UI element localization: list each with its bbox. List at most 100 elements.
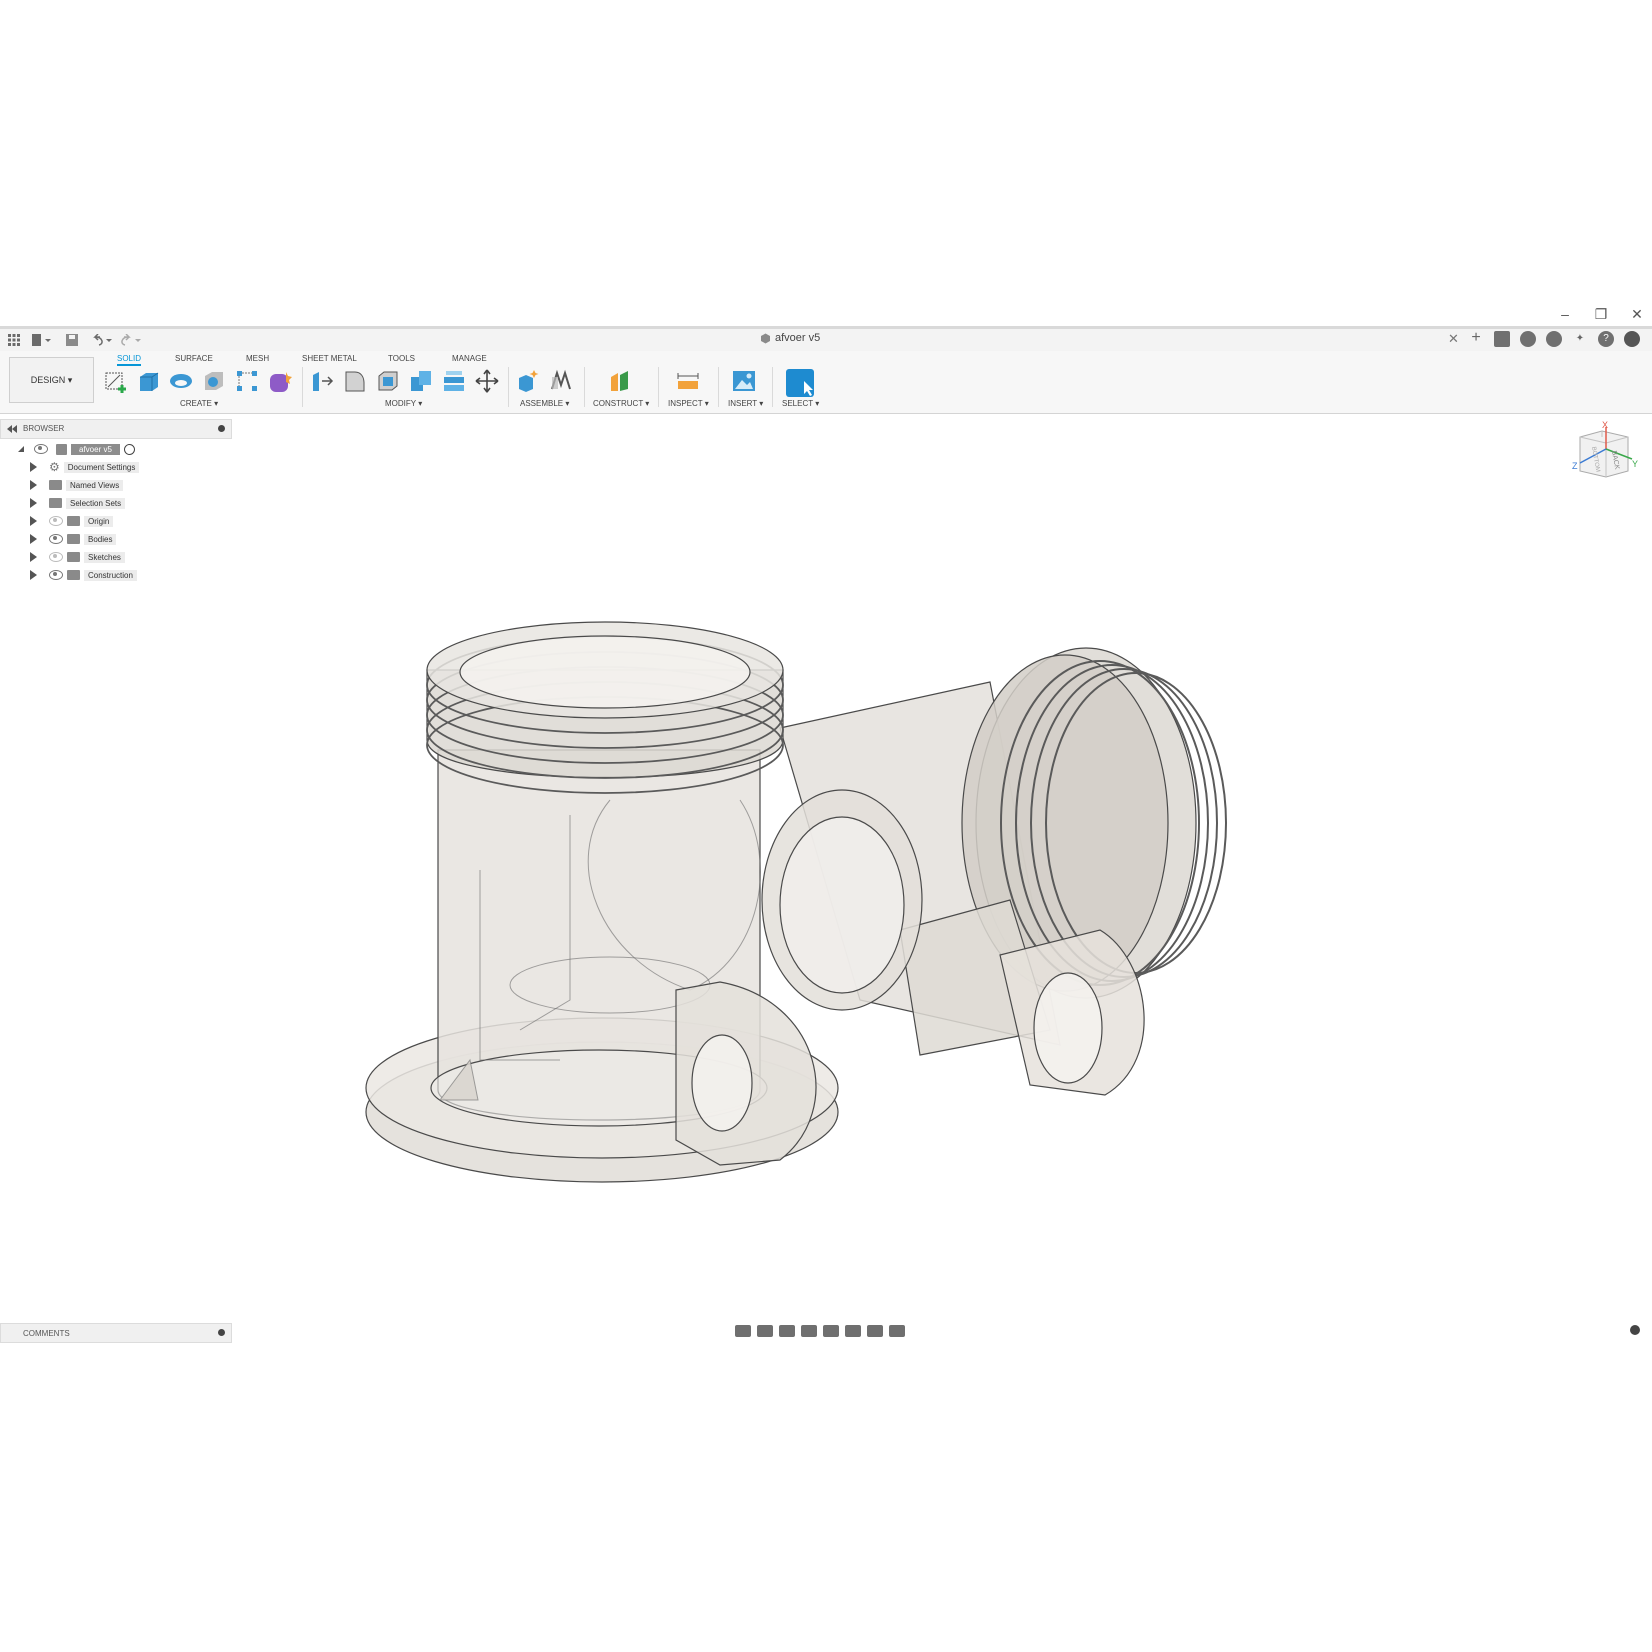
pin-panel-icon[interactable]	[218, 425, 225, 432]
expand-triangle-icon[interactable]	[30, 480, 37, 490]
activate-radio-icon[interactable]	[123, 443, 135, 455]
joint-icon[interactable]	[549, 369, 573, 393]
expand-triangle-icon[interactable]	[30, 552, 37, 562]
grid-settings-icon[interactable]	[867, 1325, 883, 1337]
divider	[772, 367, 773, 407]
window-controls: – ❐ ✕	[1558, 306, 1644, 326]
box-icon[interactable]	[202, 369, 226, 393]
inspect-group-label[interactable]: INSPECT ▾	[668, 399, 709, 408]
tree-item-label: Selection Sets	[66, 497, 126, 509]
visibility-eye-icon[interactable]	[49, 516, 63, 526]
tree-root-item[interactable]: afvoer v5	[18, 442, 135, 456]
divider	[302, 367, 303, 407]
axis-z-label: Z	[1572, 461, 1578, 471]
tab-tools[interactable]: TOOLS	[388, 354, 415, 363]
expand-triangle-icon[interactable]	[30, 570, 37, 580]
measure-icon[interactable]	[676, 369, 700, 393]
file-menu-icon[interactable]	[32, 332, 52, 348]
tree-item-selection-sets[interactable]: Selection Sets	[30, 496, 126, 510]
tree-item-construction[interactable]: Construction	[30, 568, 137, 582]
create-group-label[interactable]: CREATE ▾	[180, 399, 218, 408]
close-button[interactable]: ✕	[1630, 306, 1644, 326]
tab-surface[interactable]: SURFACE	[175, 354, 213, 363]
expand-triangle-icon[interactable]	[30, 498, 37, 508]
view-cube[interactable]: X Y Z BACK BOTTOM	[1568, 419, 1640, 489]
job-status-icon[interactable]	[1494, 331, 1510, 347]
tab-manage[interactable]: MANAGE	[452, 354, 487, 363]
display-settings-icon[interactable]	[845, 1325, 861, 1337]
data-panel-icon[interactable]	[8, 332, 20, 348]
browser-title: BROWSER	[23, 424, 65, 433]
select-group-label[interactable]: SELECT ▾	[782, 399, 819, 408]
expand-comments-icon[interactable]	[218, 1329, 225, 1336]
combine-icon[interactable]	[409, 369, 433, 393]
notifications-icon[interactable]	[1546, 331, 1562, 347]
divider	[508, 367, 509, 407]
offset-face-icon[interactable]	[442, 369, 466, 393]
redo-icon[interactable]	[120, 332, 142, 348]
tree-item-bodies[interactable]: Bodies	[30, 532, 117, 546]
create-sketch-icon[interactable]	[104, 369, 128, 393]
bell-icon[interactable]: ✦	[1572, 331, 1588, 347]
tree-item-origin[interactable]: Origin	[30, 514, 114, 528]
new-tab-icon[interactable]: +	[1468, 330, 1484, 347]
tree-item-label: Construction	[84, 569, 137, 581]
fillet-icon[interactable]	[343, 369, 367, 393]
restore-button[interactable]: ❐	[1594, 306, 1608, 326]
offset-plane-icon[interactable]	[608, 369, 632, 393]
folder-icon	[49, 498, 62, 508]
construct-group-label[interactable]: CONSTRUCT ▾	[593, 399, 649, 408]
extensions-icon[interactable]	[1520, 331, 1536, 347]
move-copy-icon[interactable]	[475, 369, 499, 393]
tree-item-label: Sketches	[84, 551, 125, 563]
fit-icon[interactable]	[823, 1325, 839, 1337]
extrude-icon[interactable]	[136, 369, 160, 393]
save-icon[interactable]	[66, 332, 78, 348]
shell-icon[interactable]	[376, 369, 400, 393]
tab-sheet-metal[interactable]: SHEET METAL	[302, 354, 357, 363]
expand-triangle-icon[interactable]	[30, 462, 37, 472]
zoom-icon[interactable]	[801, 1325, 817, 1337]
press-pull-icon[interactable]	[310, 369, 334, 393]
revolve-icon[interactable]	[169, 369, 193, 393]
workspace-switcher[interactable]: DESIGN ▾	[9, 357, 94, 403]
look-at-icon[interactable]	[757, 1325, 773, 1337]
viewports-icon[interactable]	[889, 1325, 905, 1337]
folder-icon	[49, 480, 62, 490]
visibility-eye-icon[interactable]	[49, 552, 63, 562]
avatar[interactable]	[1624, 331, 1640, 347]
insert-group-label[interactable]: INSERT ▾	[728, 399, 763, 408]
select-tool-icon[interactable]	[786, 369, 814, 397]
visibility-eye-icon[interactable]	[49, 570, 63, 580]
tab-mesh[interactable]: MESH	[246, 354, 269, 363]
browser-panel-header[interactable]: BROWSER	[0, 419, 232, 439]
gear-icon: ⚙	[49, 460, 60, 474]
folder-icon	[67, 552, 80, 562]
collapse-panel-icon[interactable]	[7, 425, 17, 433]
close-tab-icon[interactable]: ✕	[1448, 331, 1459, 347]
rectangular-pattern-icon[interactable]	[235, 369, 259, 393]
document-tab[interactable]: afvoer v5	[760, 332, 820, 344]
comments-panel-header[interactable]: COMMENTS	[0, 1323, 232, 1343]
help-icon[interactable]: ?	[1598, 331, 1614, 347]
orbit-icon[interactable]	[735, 1325, 751, 1337]
tree-item-named-views[interactable]: Named Views	[30, 478, 124, 492]
text-commands-icon[interactable]	[1630, 1325, 1640, 1335]
pan-icon[interactable]	[779, 1325, 795, 1337]
divider	[718, 367, 719, 407]
tree-item-document-settings[interactable]: ⚙ Document Settings	[30, 460, 140, 474]
undo-icon[interactable]	[91, 332, 113, 348]
expand-triangle-icon[interactable]	[18, 446, 24, 452]
expand-triangle-icon[interactable]	[30, 516, 37, 526]
tab-solid[interactable]: SOLID	[117, 354, 142, 366]
tree-item-sketches[interactable]: Sketches	[30, 550, 125, 564]
minimize-button[interactable]: –	[1558, 306, 1572, 326]
new-component-icon[interactable]	[516, 369, 540, 393]
insert-image-icon[interactable]	[732, 369, 756, 393]
visibility-eye-icon[interactable]	[49, 534, 63, 544]
create-form-icon[interactable]	[268, 369, 292, 393]
visibility-eye-icon[interactable]	[34, 444, 48, 454]
modify-group-label[interactable]: MODIFY ▾	[385, 399, 422, 408]
assemble-group-label[interactable]: ASSEMBLE ▾	[520, 399, 569, 408]
expand-triangle-icon[interactable]	[30, 534, 37, 544]
